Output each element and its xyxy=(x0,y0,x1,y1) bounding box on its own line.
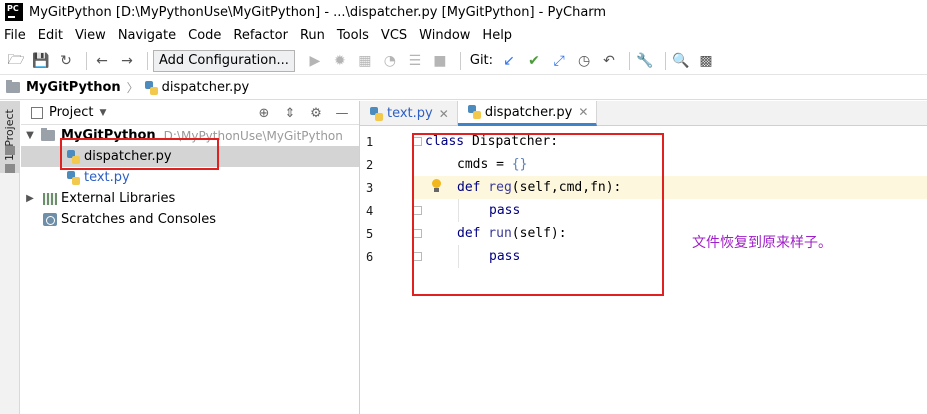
line-number: 4 xyxy=(366,203,374,218)
highlight-box-file xyxy=(60,138,219,170)
project-view-icon xyxy=(31,106,43,119)
menu-view[interactable]: View xyxy=(75,28,106,43)
tree-external-libraries[interactable]: ▶ External Libraries xyxy=(21,188,359,209)
menu-navigate[interactable]: Navigate xyxy=(118,28,176,43)
editor-gutter: 1 2 3 4 5 6 xyxy=(360,127,422,414)
annotation-text: 文件恢复到原来样子。 xyxy=(692,235,832,251)
git-compare-icon[interactable]: ⤢ xyxy=(549,51,569,71)
breadcrumb: MyGitPython 〉 dispatcher.py xyxy=(0,76,927,100)
breadcrumb-file[interactable]: dispatcher.py xyxy=(162,80,250,95)
highlight-box-code xyxy=(412,133,664,296)
forward-arrow-icon[interactable]: → xyxy=(117,51,137,71)
tree-file-text[interactable]: text.py xyxy=(21,167,359,188)
menu-code[interactable]: Code xyxy=(188,28,221,43)
collapse-all-icon[interactable]: ⇕ xyxy=(281,104,299,122)
menu-vcs[interactable]: VCS xyxy=(381,28,407,43)
toolbar-separator xyxy=(665,51,667,70)
python-file-icon xyxy=(144,80,158,95)
title-bar: PC MyGitPython [D:\MyPythonUse\MyGitPyth… xyxy=(0,0,927,24)
project-panel-header: Project ▼ ⊕ ⇕ ⚙ — xyxy=(21,101,359,125)
tab-text-py[interactable]: text.py ✕ xyxy=(360,101,458,126)
folder-icon xyxy=(41,128,55,141)
save-icon[interactable]: 💾 xyxy=(31,51,51,71)
tab-label: dispatcher.py xyxy=(484,104,573,120)
editor-tabs: text.py ✕ dispatcher.py ✕ xyxy=(360,101,927,126)
favorites-icon[interactable] xyxy=(5,164,15,173)
minimize-icon[interactable]: — xyxy=(333,104,351,122)
folder-icon xyxy=(6,80,20,93)
file-name: text.py xyxy=(84,170,130,185)
line-number: 6 xyxy=(366,249,374,264)
toolbar-separator xyxy=(459,51,461,70)
git-label: Git: xyxy=(469,53,494,68)
git-update-icon[interactable]: ↙ xyxy=(499,51,519,71)
tab-dispatcher-py[interactable]: dispatcher.py ✕ xyxy=(457,101,598,126)
git-rollback-icon[interactable]: ↶ xyxy=(599,51,619,71)
coverage-icon[interactable]: ▦ xyxy=(355,51,375,71)
line-number: 1 xyxy=(366,134,374,149)
back-arrow-icon[interactable]: ← xyxy=(92,51,112,71)
library-icon xyxy=(43,192,57,205)
menu-window[interactable]: Window xyxy=(419,28,470,43)
main-toolbar: 🗁 💾 ↻ ← → Add Configuration... ▶ ✹ ▦ ◔ ☰… xyxy=(0,47,927,75)
tab-label: text.py xyxy=(387,106,433,121)
toolbar-separator xyxy=(629,51,631,70)
chevron-down-icon[interactable]: ▼ xyxy=(23,130,37,141)
git-commit-icon[interactable]: ✔ xyxy=(524,51,544,71)
window-title: MyGitPython [D:\MyPythonUse\MyGitPython]… xyxy=(29,4,607,20)
concurrency-icon[interactable]: ☰ xyxy=(405,51,425,71)
search-icon[interactable]: 🔍 xyxy=(671,51,691,71)
sync-icon[interactable]: ↻ xyxy=(56,51,76,71)
menu-help[interactable]: Help xyxy=(482,28,512,43)
python-file-icon xyxy=(467,105,481,119)
python-file-icon xyxy=(67,170,80,185)
external-libraries-label: External Libraries xyxy=(61,191,176,206)
stop-icon[interactable]: ■ xyxy=(430,51,450,71)
close-icon[interactable]: ✕ xyxy=(578,105,588,119)
menu-run[interactable]: Run xyxy=(300,28,325,43)
menu-tools[interactable]: Tools xyxy=(337,28,369,43)
line-number: 3 xyxy=(366,180,374,195)
chevron-right-icon: 〉 xyxy=(126,81,139,95)
tree-scratches[interactable]: Scratches and Consoles xyxy=(21,209,359,230)
structure-icon[interactable] xyxy=(5,146,15,155)
toolbar-separator xyxy=(147,51,148,70)
menu-edit[interactable]: Edit xyxy=(38,28,63,43)
line-number: 5 xyxy=(366,226,374,241)
project-panel-title[interactable]: Project xyxy=(49,105,93,120)
wrench-icon[interactable]: 🔧 xyxy=(635,51,655,71)
menu-refactor[interactable]: Refactor xyxy=(233,28,288,43)
left-tool-strip: 1: Project xyxy=(0,101,20,414)
scratches-label: Scratches and Consoles xyxy=(61,212,217,227)
line-number: 2 xyxy=(366,157,374,172)
debug-icon[interactable]: ✹ xyxy=(330,51,350,71)
chevron-down-icon[interactable]: ▼ xyxy=(99,108,106,118)
profile-icon[interactable]: ◔ xyxy=(380,51,400,71)
gear-icon[interactable]: ⚙ xyxy=(307,104,325,122)
presentation-icon[interactable]: ▩ xyxy=(696,51,716,71)
add-configuration-button[interactable]: Add Configuration... xyxy=(153,49,295,72)
menu-file[interactable]: File xyxy=(4,28,26,43)
menu-bar: File Edit View Navigate Code Refactor Ru… xyxy=(0,24,927,46)
breadcrumb-project[interactable]: MyGitPython xyxy=(26,80,121,95)
python-file-icon xyxy=(370,106,383,121)
open-folder-icon[interactable]: 🗁 xyxy=(6,51,26,71)
chevron-right-icon[interactable]: ▶ xyxy=(23,193,37,204)
git-history-icon[interactable]: ◷ xyxy=(574,51,594,71)
locate-icon[interactable]: ⊕ xyxy=(255,104,273,122)
pycharm-logo-icon: PC xyxy=(5,3,23,21)
scratches-icon xyxy=(43,213,57,226)
run-icon[interactable]: ▶ xyxy=(305,51,325,71)
close-icon[interactable]: ✕ xyxy=(439,107,449,121)
toolbar-separator xyxy=(86,51,87,70)
project-tool-tab[interactable]: 1: Project xyxy=(0,101,20,173)
